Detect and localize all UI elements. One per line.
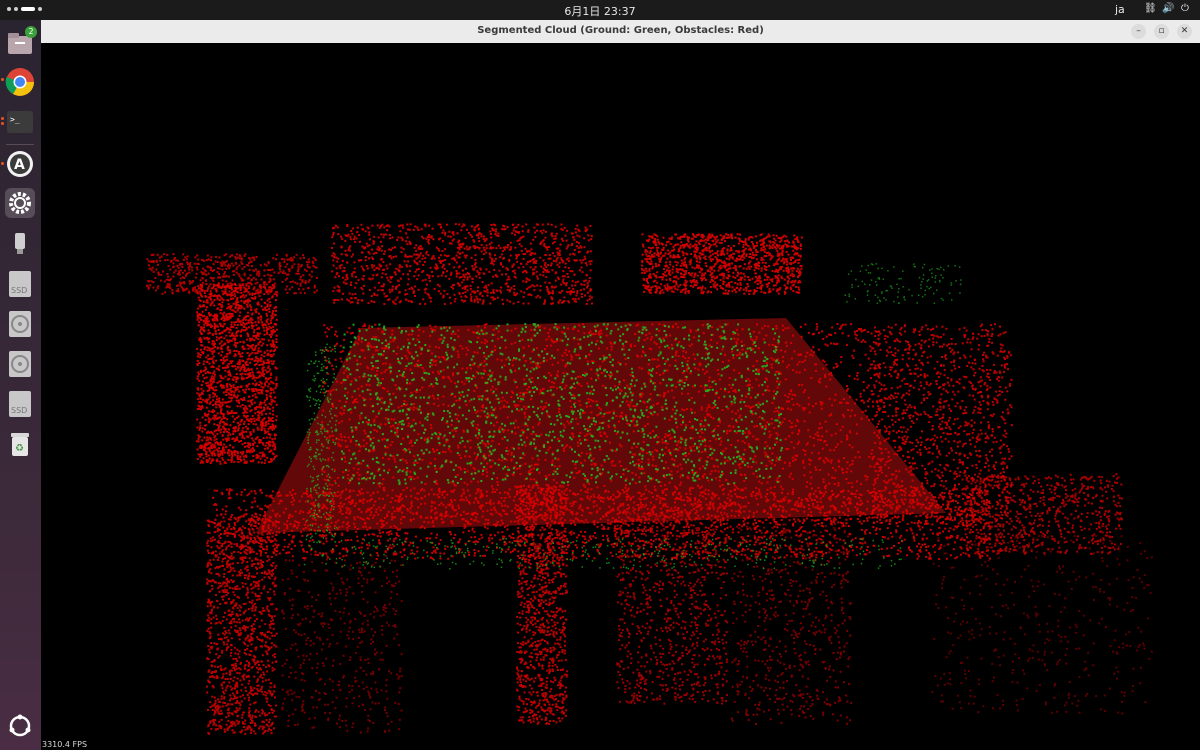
obstacle-points [731, 523, 853, 725]
viewer-window: Segmented Cloud (Ground: Green, Obstacle… [41, 20, 1200, 750]
window-title: Segmented Cloud (Ground: Green, Obstacle… [477, 25, 764, 36]
dock-item-files[interactable]: 2 [5, 26, 37, 58]
dock-item-ssd[interactable]: SSD [5, 389, 35, 419]
window-controls: – ▫ ✕ [1131, 24, 1192, 39]
running-indicator [1, 78, 4, 81]
svg-text:♻: ♻ [15, 443, 24, 454]
dock-item-terminal[interactable]: >_ [5, 107, 35, 137]
ssd-drive-icon: SSD [9, 271, 31, 297]
dock-item-disc[interactable] [5, 349, 35, 379]
ground-points [844, 263, 962, 305]
disc-icon [9, 311, 31, 337]
dock-item-usb[interactable] [5, 228, 35, 258]
input-method[interactable]: ja [1115, 3, 1125, 16]
disc-icon [9, 351, 31, 377]
obstacle-points [641, 233, 803, 295]
dock: 2 >_ A SSD SSD ♻ [0, 20, 41, 750]
obstacle-points [281, 553, 403, 734]
svg-text:SSD: SSD [11, 406, 27, 415]
close-icon[interactable]: ✕ [1177, 24, 1192, 39]
maximize-icon[interactable]: ▫ [1154, 24, 1169, 39]
obstacle-points [196, 283, 278, 465]
top-bar: 6月1日 23:37 ja ⛓ 🔊 ⏻ [0, 0, 1200, 20]
system-tray[interactable]: ⛓ 🔊 ⏻ [1144, 3, 1190, 15]
dock-item-disc[interactable] [5, 309, 35, 339]
dock-separator [6, 144, 34, 145]
power-icon[interactable]: ⏻ [1180, 3, 1190, 15]
notification-badge: 2 [25, 26, 37, 38]
dock-item-show-apps[interactable] [5, 711, 35, 741]
svg-text:A: A [14, 157, 25, 173]
dock-item-trash[interactable]: ♻ [5, 429, 35, 459]
clock[interactable]: 6月1日 23:37 [0, 3, 1200, 19]
dock-item-settings[interactable] [5, 188, 35, 218]
software-center-icon: A [7, 151, 33, 177]
point-cloud-viewport[interactable]: 3310.4 FPS [41, 43, 1200, 750]
network-icon[interactable]: ⛓ [1144, 3, 1157, 15]
ssd-drive-icon: SSD [9, 391, 31, 417]
fps-counter: 3310.4 FPS [42, 740, 88, 749]
obstacle-points [331, 223, 593, 305]
settings-icon [9, 192, 31, 214]
point-cloud [146, 223, 1153, 735]
running-indicator [1, 162, 4, 165]
chrome-icon [5, 68, 34, 96]
dock-item-software[interactable]: A [5, 149, 35, 179]
dock-item-chrome[interactable] [5, 67, 35, 97]
terminal-icon: >_ [7, 111, 33, 133]
obstacle-points [931, 533, 1153, 715]
running-indicator [1, 117, 4, 120]
svg-text:SSD: SSD [11, 286, 27, 295]
minimize-icon[interactable]: – [1131, 24, 1146, 39]
trash-icon: ♻ [11, 433, 29, 456]
volume-icon[interactable]: 🔊 [1162, 3, 1174, 15]
title-bar[interactable]: Segmented Cloud (Ground: Green, Obstacle… [41, 20, 1200, 44]
svg-text:>_: >_ [10, 115, 20, 124]
show-apps-icon [9, 714, 31, 737]
running-indicator [1, 122, 4, 125]
dock-item-ssd[interactable]: SSD [5, 269, 35, 299]
usb-drive-icon [15, 233, 25, 254]
obstacle-points [616, 503, 728, 705]
obstacle-points [206, 513, 278, 735]
